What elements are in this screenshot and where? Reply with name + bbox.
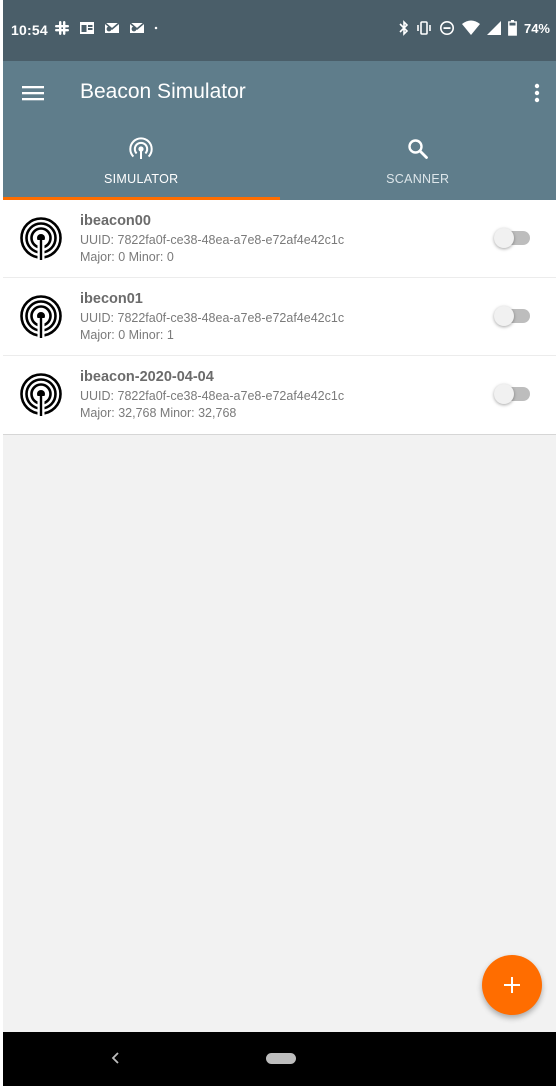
tab-label: SIMULATOR <box>104 172 179 186</box>
beacon-name: ibeacon00 <box>80 213 151 229</box>
beacon-major-minor: Major: 32,768 Minor: 32,768 <box>80 406 237 420</box>
signal-icon <box>486 21 501 35</box>
tab-simulator[interactable]: SIMULATOR <box>3 125 280 200</box>
bluetooth-icon <box>399 20 409 36</box>
beacon-icon <box>20 373 62 416</box>
search-icon <box>408 139 428 159</box>
plus-icon <box>504 977 520 993</box>
more-options-icon[interactable] <box>532 81 542 105</box>
list-item[interactable]: ibecon01 UUID: 7822fa0f-ce38-48ea-a7e8-e… <box>3 278 556 356</box>
system-nav-bar <box>3 1032 556 1086</box>
tab-bar: SIMULATOR SCANNER <box>3 125 556 200</box>
outlook-icon <box>129 22 145 33</box>
system-icons: 74% <box>399 20 550 36</box>
toggle-thumb <box>494 306 514 326</box>
beacon-uuid: UUID: 7822fa0f-ce38-48ea-a7e8-e72af4e42c… <box>80 233 345 247</box>
beacon-uuid: UUID: 7822fa0f-ce38-48ea-a7e8-e72af4e42c… <box>80 389 345 403</box>
beacon-icon <box>20 295 62 338</box>
list-item[interactable]: ibeacon00 UUID: 7822fa0f-ce38-48ea-a7e8-… <box>3 200 556 278</box>
tab-scanner[interactable]: SCANNER <box>280 125 556 200</box>
add-beacon-button[interactable] <box>482 955 542 1015</box>
tab-label: SCANNER <box>386 172 450 186</box>
dot-icon <box>154 26 158 30</box>
battery-icon <box>508 20 517 36</box>
do-not-disturb-icon <box>439 21 454 35</box>
beacon-list: ibeacon00 UUID: 7822fa0f-ce38-48ea-a7e8-… <box>3 200 556 435</box>
wifi-icon <box>461 20 480 35</box>
beacon-major-minor: Major: 0 Minor: 1 <box>80 328 174 342</box>
list-item[interactable]: ibeacon-2020-04-04 UUID: 7822fa0f-ce38-4… <box>3 356 556 434</box>
vibrate-icon <box>417 21 431 35</box>
slack-icon <box>55 21 69 35</box>
beacon-major-minor: Major: 0 Minor: 0 <box>80 250 174 264</box>
status-bar: 10:54 74% <box>3 0 556 61</box>
back-icon[interactable] <box>109 1049 121 1067</box>
battery-percent: 74% <box>523 20 550 36</box>
notification-icons <box>54 20 162 36</box>
screen: 10:54 74% Beacon Simulator SIMULATOR SCA… <box>3 0 556 1086</box>
app-bar: Beacon Simulator SIMULATOR SCANNER <box>3 61 556 200</box>
beacon-toggle[interactable] <box>494 228 530 248</box>
beacon-uuid: UUID: 7822fa0f-ce38-48ea-a7e8-e72af4e42c… <box>80 311 345 325</box>
toggle-thumb <box>494 228 514 248</box>
toggle-thumb <box>494 384 514 404</box>
app-title: Beacon Simulator <box>80 80 246 103</box>
beacon-toggle[interactable] <box>494 384 530 404</box>
calendar-icon <box>80 22 94 34</box>
outlook-icon <box>104 22 120 33</box>
beacon-toggle[interactable] <box>494 306 530 326</box>
beacon-name: ibecon01 <box>80 291 143 307</box>
broadcast-icon <box>129 137 153 159</box>
beacon-icon <box>20 217 62 260</box>
status-time: 10:54 <box>11 22 48 38</box>
beacon-name: ibeacon-2020-04-04 <box>80 369 214 385</box>
menu-icon[interactable] <box>21 81 45 105</box>
home-pill-icon[interactable] <box>266 1053 296 1064</box>
